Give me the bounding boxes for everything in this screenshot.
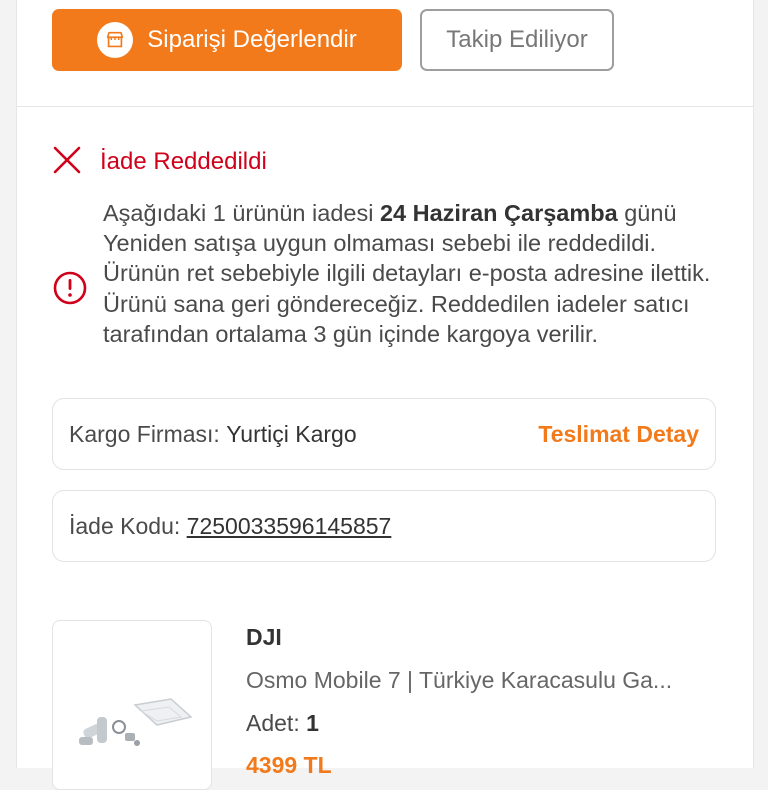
message-date: 24 Haziran Çarşamba (379, 200, 618, 226)
order-actions: Siparişi Değerlendir Takip Ediliyor (17, 0, 753, 107)
close-x-icon (52, 145, 82, 180)
return-code-value[interactable]: 7250033596145857 (187, 513, 392, 540)
return-info-message: Aşağıdaki 1 ürünün iadesi 24 Haziran Çar… (103, 198, 723, 349)
product-brand[interactable]: DJI (246, 624, 282, 651)
return-status-title: İade Reddedildi (100, 148, 267, 175)
info-circle-icon (52, 270, 88, 311)
following-label: Takip Ediliyor (446, 26, 588, 53)
order-detail-card: Siparişi Değerlendir Takip Ediliyor İade… (16, 0, 754, 790)
product-quantity: Adet: 1 (246, 710, 319, 737)
product-name[interactable]: Osmo Mobile 7 | Türkiye Karacasulu Ga... (246, 667, 716, 694)
quantity-value: 1 (306, 710, 319, 736)
product-image[interactable] (52, 620, 212, 790)
shipping-carrier: Kargo Firması: Yurtiçi Kargo (69, 421, 357, 448)
carrier-value: Yurtiçi Kargo (226, 420, 357, 447)
following-button[interactable]: Takip Ediliyor (420, 9, 614, 71)
rate-order-button[interactable]: Siparişi Değerlendir (52, 9, 402, 71)
message-prefix: Aşağıdaki 1 ürünün iadesi (103, 200, 380, 226)
quantity-label: Adet: (246, 710, 300, 736)
return-code-label: İade Kodu: (69, 512, 181, 539)
delivery-detail-link[interactable]: Teslimat Detay (538, 421, 699, 448)
shipping-carrier-box: Kargo Firması: Yurtiçi Kargo Teslimat De… (52, 398, 716, 470)
return-status-header: İade Reddedildi (52, 144, 267, 180)
return-code-box: İade Kodu: 7250033596145857 (52, 490, 716, 562)
carrier-label: Kargo Firması: (69, 420, 220, 447)
rate-order-label: Siparişi Değerlendir (147, 26, 357, 53)
product-price: 4399 TL (246, 752, 332, 778)
store-icon (97, 22, 134, 58)
